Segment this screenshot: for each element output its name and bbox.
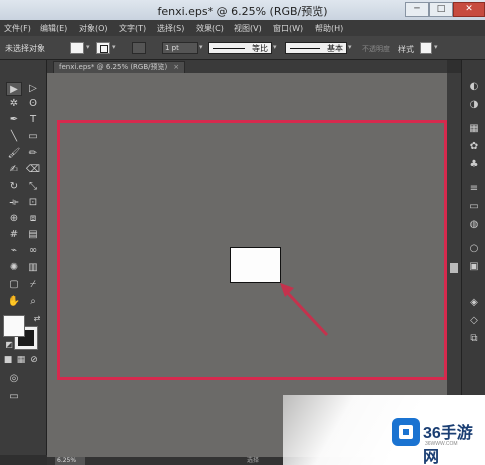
brush-line [290, 48, 320, 49]
slice-tool-icon[interactable]: ⌿ [25, 278, 41, 292]
title-bar: fenxi.eps* @ 6.25% (RGB/预览) ─ □ ✕ [0, 0, 485, 20]
selection-tool-icon[interactable]: ▶ [6, 82, 22, 96]
stroke-dropdown-icon[interactable]: ▾ [112, 43, 119, 53]
stroke-panel-icon[interactable]: ≡ [466, 182, 482, 196]
menu-edit[interactable]: 编辑(E) [40, 23, 67, 34]
column-graph-tool-icon[interactable]: ▥ [25, 261, 41, 275]
brushes-panel-icon[interactable]: ✿ [466, 140, 482, 154]
menu-bar: 文件(F) 编辑(E) 对象(O) 文字(T) 选择(S) 效果(C) 视图(V… [0, 20, 485, 36]
profile-label: 等比 [252, 44, 268, 53]
swatches-panel-icon[interactable]: ▦ [466, 122, 482, 136]
rectangle-tool-icon[interactable]: ▭ [25, 130, 41, 144]
color-guide-panel-icon[interactable]: ◑ [466, 98, 482, 112]
profile-line [213, 48, 245, 49]
mesh-tool-icon[interactable]: # [6, 228, 22, 242]
type-tool-icon[interactable]: T [25, 113, 41, 127]
menu-file[interactable]: 文件(F) [4, 23, 31, 34]
appearance-panel-icon[interactable]: ○ [466, 242, 482, 256]
lasso-tool-icon[interactable]: ʘ [25, 97, 41, 111]
menu-window[interactable]: 窗口(W) [273, 23, 303, 34]
stroke-weight-field[interactable]: 1 pt [162, 42, 198, 54]
menu-type[interactable]: 文字(T) [119, 23, 146, 34]
stroke-color-swatch[interactable] [96, 42, 110, 54]
brush-dropdown-icon[interactable]: ▾ [348, 43, 355, 53]
gradient-tool-icon[interactable]: ▤ [25, 228, 41, 242]
color-panel-icon[interactable]: ◐ [466, 80, 482, 94]
stroke-panel-button[interactable] [132, 42, 146, 54]
width-tool-icon[interactable]: ⟛ [6, 196, 22, 210]
tab-document-label: fenxi.eps* @ 6.25% (RGB/预览) [59, 63, 168, 71]
tab-document[interactable]: fenxi.eps* @ 6.25% (RGB/预览) × [53, 61, 186, 73]
artboards-panel-icon[interactable]: ◇ [466, 314, 482, 328]
vertical-scrollbar-thumb[interactable] [450, 263, 458, 273]
control-bar: 未选择对象 ▾ ▾ 1 pt ▾ 等比 ▾ 基本 ▾ 不透明度 样式 ▾ [0, 36, 485, 60]
eyedropper-tool-icon[interactable]: ⌁ [6, 244, 22, 258]
screen-mode-icon[interactable]: ▭ [6, 390, 22, 404]
profile-dropdown-icon[interactable]: ▾ [273, 43, 280, 53]
gradient-panel-icon[interactable]: ▭ [466, 200, 482, 214]
status-text: 选择 [247, 457, 260, 464]
style-label: 样式 [398, 45, 414, 54]
magic-wand-tool-icon[interactable]: ✲ [6, 97, 22, 111]
symbol-sprayer-tool-icon[interactable]: ✺ [6, 261, 22, 275]
menu-object[interactable]: 对象(O) [79, 23, 108, 34]
draw-mode-icon[interactable]: ◎ [6, 372, 22, 386]
symbols-panel-icon[interactable]: ♣ [466, 158, 482, 172]
zoom-tool-icon[interactable]: ⌕ [25, 295, 41, 309]
variable-width-profile[interactable]: 等比 [208, 42, 272, 54]
brush-definition[interactable]: 基本 [285, 42, 347, 54]
perspective-grid-tool-icon[interactable]: ⧈ [25, 212, 41, 226]
fill-dropdown-icon[interactable]: ▾ [86, 43, 93, 53]
pencil-tool-icon[interactable]: ✏ [25, 147, 41, 161]
paintbrush-tool-icon[interactable]: 🖌 [6, 147, 22, 161]
graphic-styles-panel-icon[interactable]: ▣ [466, 260, 482, 274]
document-tab-bar: fenxi.eps* @ 6.25% (RGB/预览) × [47, 60, 447, 73]
blob-brush-tool-icon[interactable]: ✍ [6, 163, 22, 177]
none-mode-icon[interactable]: ⊘ [28, 353, 40, 367]
opacity-label[interactable]: 不透明度 [362, 44, 390, 54]
menu-view[interactable]: 视图(V) [234, 23, 262, 34]
minimize-button[interactable]: ─ [405, 2, 429, 17]
watermark-logo [392, 418, 420, 446]
menu-select[interactable]: 选择(S) [157, 23, 184, 34]
close-tab-icon[interactable]: × [173, 63, 179, 71]
maximize-button[interactable]: □ [429, 2, 453, 17]
rotate-tool-icon[interactable]: ↻ [6, 180, 22, 194]
menu-help[interactable]: 帮助(H) [315, 23, 343, 34]
watermark-url: 36WWW.COM [425, 441, 458, 447]
annotation-arrow-head [280, 283, 294, 297]
fill-swatch[interactable] [3, 315, 25, 337]
color-mode-icon[interactable]: ■ [2, 353, 14, 367]
gradient-mode-icon[interactable]: ▦ [15, 353, 27, 367]
links-panel-icon[interactable]: ⧉ [466, 332, 482, 346]
transparency-panel-icon[interactable]: ◍ [466, 218, 482, 232]
stroke-weight-dropdown-icon[interactable]: ▾ [199, 43, 206, 53]
tools-panel: ▶ ▷ ✲ ʘ ✒ T ╲ ▭ 🖌 ✏ ✍ ⌫ ↻ ⤡ ⟛ ⊡ ⊕ ⧈ # ▤ … [0, 60, 47, 455]
menu-effect[interactable]: 效果(C) [196, 23, 224, 34]
free-transform-tool-icon[interactable]: ⊡ [25, 196, 41, 210]
pen-tool-icon[interactable]: ✒ [6, 113, 22, 127]
selection-status-label: 未选择对象 [5, 44, 45, 53]
graphic-style-swatch[interactable] [420, 42, 432, 54]
zoom-level-field[interactable]: 6.25% [55, 457, 85, 465]
eraser-tool-icon[interactable]: ⌫ [25, 163, 41, 177]
close-button[interactable]: ✕ [453, 2, 485, 17]
blend-tool-icon[interactable]: ∞ [25, 244, 41, 258]
layers-panel-icon[interactable]: ◈ [466, 296, 482, 310]
direct-selection-tool-icon[interactable]: ▷ [25, 82, 41, 96]
shape-builder-tool-icon[interactable]: ⊕ [6, 212, 22, 226]
hand-tool-icon[interactable]: ✋ [6, 295, 22, 309]
swap-colors-icon[interactable]: ⇄ [29, 312, 45, 326]
scale-tool-icon[interactable]: ⤡ [25, 180, 41, 194]
artboard-tool-icon[interactable]: ▢ [6, 278, 22, 292]
line-tool-icon[interactable]: ╲ [6, 130, 22, 144]
fill-color-swatch[interactable] [70, 42, 84, 54]
style-dropdown-icon[interactable]: ▾ [434, 43, 441, 53]
annotation-arrow-shaft [282, 287, 329, 337]
brush-label: 基本 [327, 44, 343, 53]
